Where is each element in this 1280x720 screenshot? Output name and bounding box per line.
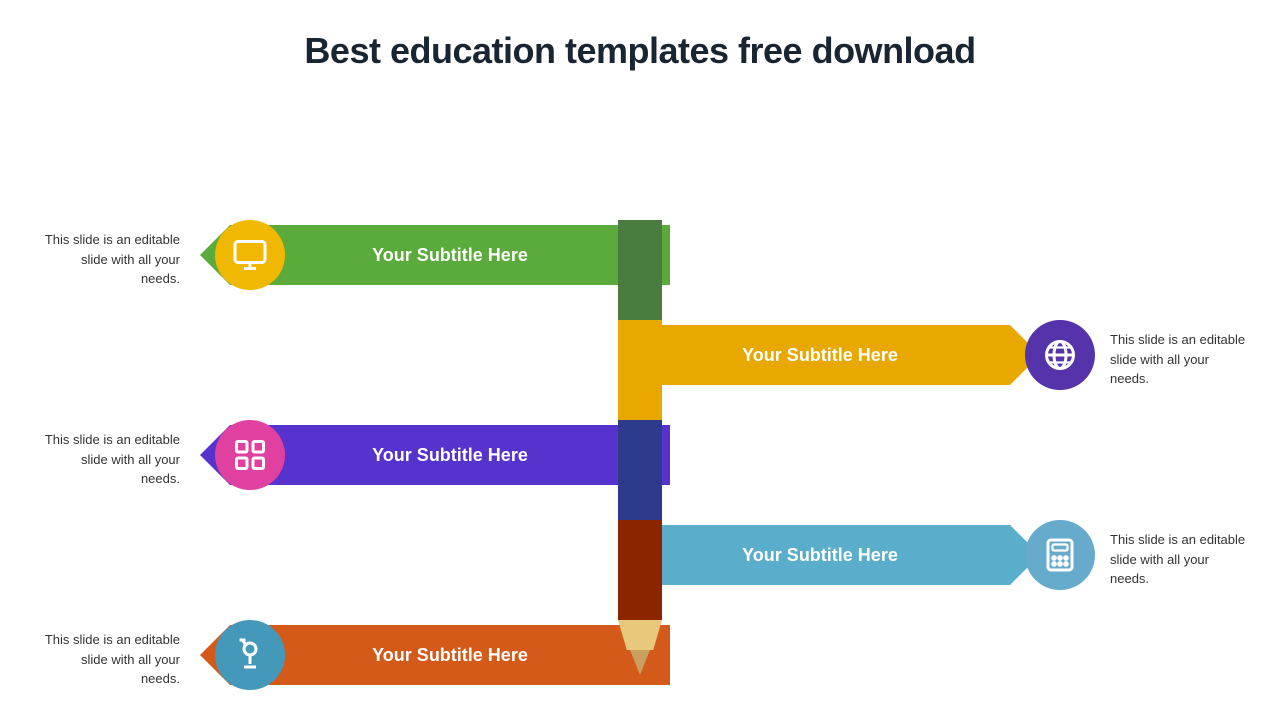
- circle-icon-1: [215, 220, 285, 290]
- circle-icon-5: [215, 620, 285, 690]
- arrow-5-label: Your Subtitle Here: [372, 645, 528, 666]
- diagram-container: Your Subtitle Here Your Subtitle Here Yo…: [0, 120, 1280, 720]
- page-title: Best education templates free download: [0, 0, 1280, 72]
- arrow-2-label: Your Subtitle Here: [742, 345, 898, 366]
- arrow-3-label: Your Subtitle Here: [372, 445, 528, 466]
- side-text-3: This slide is an editable slide with all…: [40, 430, 180, 489]
- arrow-3: Your Subtitle Here: [230, 425, 670, 485]
- arrow-2: Your Subtitle Here: [630, 325, 1010, 385]
- microscope-icon: [232, 637, 268, 673]
- side-text-2: This slide is an editable slide with all…: [1110, 330, 1250, 389]
- monitor-icon: [232, 237, 268, 273]
- arrow-4: Your Subtitle Here: [630, 525, 1010, 585]
- circle-icon-3: [215, 420, 285, 490]
- arrow-1-label: Your Subtitle Here: [372, 245, 528, 266]
- side-text-1: This slide is an editable slide with all…: [40, 230, 180, 289]
- pencil-shaft: [618, 220, 662, 670]
- circle-icon-2: [1025, 320, 1095, 390]
- arrow-4-label: Your Subtitle Here: [742, 545, 898, 566]
- grid-icon: [232, 437, 268, 473]
- arrow-5: Your Subtitle Here: [230, 625, 670, 685]
- arrow-1: Your Subtitle Here: [230, 225, 670, 285]
- circle-icon-4: [1025, 520, 1095, 590]
- globe-icon: [1042, 337, 1078, 373]
- side-text-4: This slide is an editable slide with all…: [1110, 530, 1250, 589]
- side-text-5: This slide is an editable slide with all…: [40, 630, 180, 689]
- calculator-icon: [1042, 537, 1078, 573]
